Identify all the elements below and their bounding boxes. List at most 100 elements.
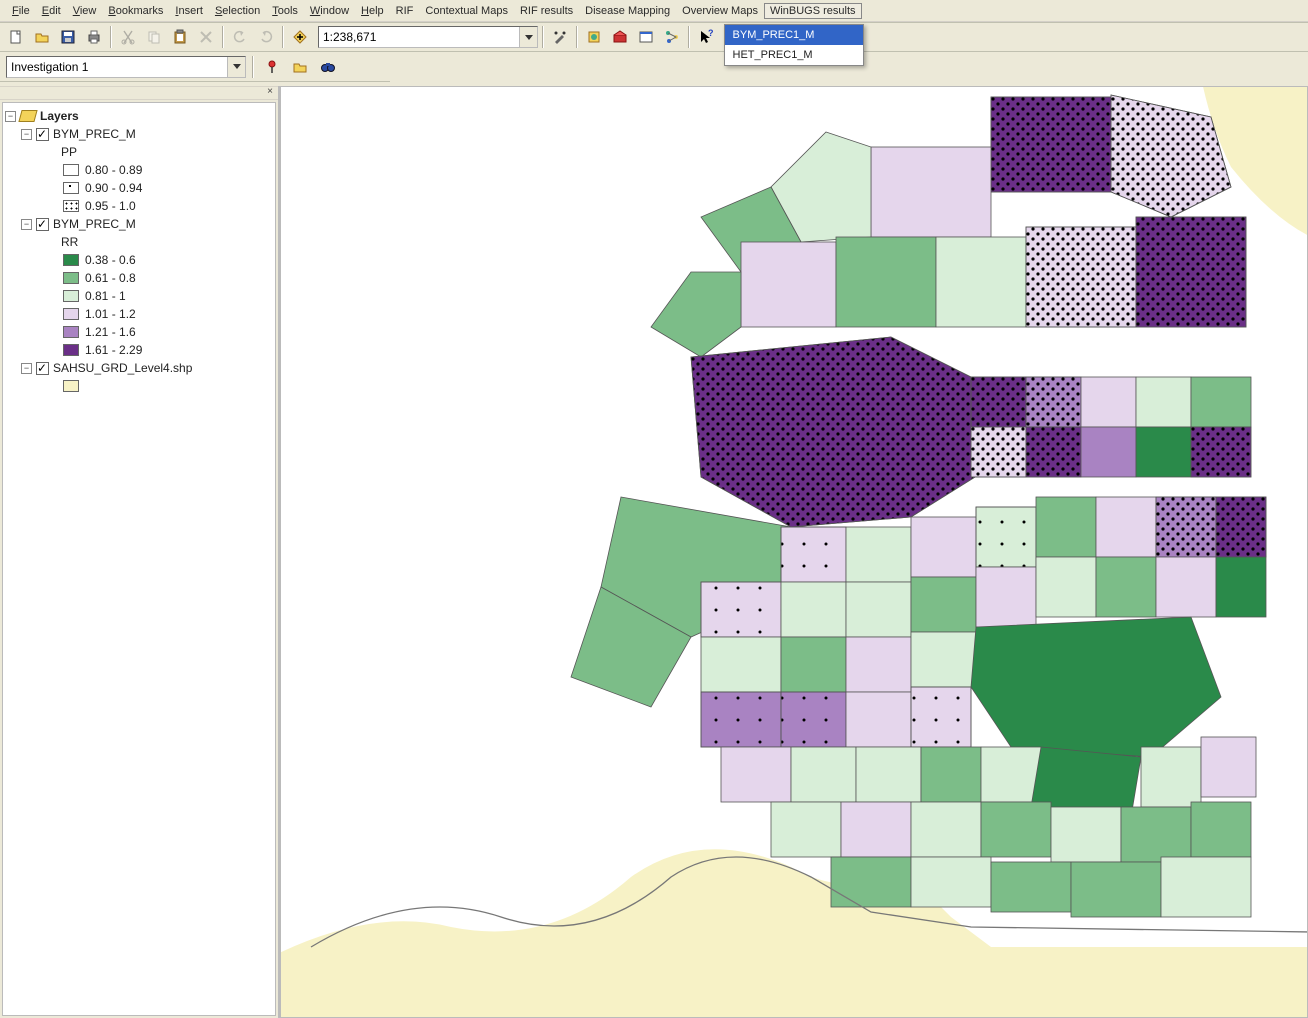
menu-rif-results[interactable]: RIF results: [514, 3, 579, 19]
editor-icon: [552, 29, 568, 45]
toc-panel: × − Layers − BYM_PREC_M PP 0.80 - 0.89 0…: [0, 86, 280, 1018]
delete-button[interactable]: [194, 25, 218, 49]
layer-pp-checkbox[interactable]: [36, 128, 49, 141]
scale-input[interactable]: [319, 28, 519, 46]
layer-pp-name: BYM_PREC_M: [53, 127, 136, 141]
layers-root-label: Layers: [40, 109, 79, 123]
menu-rif[interactable]: RIF: [390, 3, 420, 19]
copy-icon: [146, 29, 162, 45]
menu-contextual-maps[interactable]: Contextual Maps: [419, 3, 514, 19]
new-icon: [8, 29, 24, 45]
menu-insert[interactable]: Insert: [169, 3, 209, 19]
collapse-toggle[interactable]: −: [21, 219, 32, 230]
investigation-combo[interactable]: [6, 56, 246, 78]
legend-item: 0.38 - 0.6: [5, 251, 273, 269]
redo-button[interactable]: [254, 25, 278, 49]
editor-toolbar-button[interactable]: [548, 25, 572, 49]
menu-selection[interactable]: Selection: [209, 3, 266, 19]
toolbar-separator: [542, 26, 544, 48]
investigation-dropdown-arrow[interactable]: [227, 57, 245, 77]
layers-root[interactable]: − Layers: [5, 107, 273, 125]
command-line-button[interactable]: [634, 25, 658, 49]
pin-button[interactable]: [260, 55, 284, 79]
toolbar-separator: [110, 26, 112, 48]
map-canvas[interactable]: [280, 86, 1308, 1018]
legend-item: 1.01 - 1.2: [5, 305, 273, 323]
cut-button[interactable]: [116, 25, 140, 49]
scale-combo[interactable]: [318, 26, 538, 48]
redo-icon: [258, 29, 274, 45]
menu-winbugs-results[interactable]: WinBUGS results BYM_PREC1_M HET_PREC1_M: [764, 3, 862, 19]
save-button[interactable]: [56, 25, 80, 49]
layer-rr-field: RR: [5, 233, 273, 251]
toc-close-button[interactable]: ×: [264, 87, 276, 99]
new-button[interactable]: [4, 25, 28, 49]
dropdown-item-het[interactable]: HET_PREC1_M: [725, 45, 863, 65]
menu-window[interactable]: Window: [304, 3, 355, 19]
menu-overview-maps[interactable]: Overview Maps: [676, 3, 764, 19]
help-pointer-button[interactable]: ?: [694, 25, 718, 49]
delete-icon: [198, 29, 214, 45]
binoculars-icon: [320, 59, 336, 75]
model-builder-button[interactable]: [660, 25, 684, 49]
svg-text:?: ?: [708, 29, 714, 38]
menu-edit[interactable]: Edit: [36, 3, 67, 19]
menu-file[interactable]: File: [6, 3, 36, 19]
arccatalog-button[interactable]: [582, 25, 606, 49]
layer-pp[interactable]: − BYM_PREC_M: [5, 125, 273, 143]
legend-item: 0.81 - 1: [5, 287, 273, 305]
toolbar-separator: [576, 26, 578, 48]
undo-button[interactable]: [228, 25, 252, 49]
scale-dropdown-arrow[interactable]: [519, 27, 537, 47]
layer-base[interactable]: − SAHSU_GRD_Level4.shp: [5, 359, 273, 377]
collapse-toggle[interactable]: −: [21, 363, 32, 374]
investigation-input[interactable]: [7, 58, 227, 76]
save-icon: [60, 29, 76, 45]
collapse-toggle[interactable]: −: [5, 111, 16, 122]
arctoolbox-button[interactable]: [608, 25, 632, 49]
cut-icon: [120, 29, 136, 45]
layer-base-checkbox[interactable]: [36, 362, 49, 375]
open-button[interactable]: [30, 25, 54, 49]
menu-view[interactable]: View: [67, 3, 103, 19]
dropdown-item-bym[interactable]: BYM_PREC1_M: [725, 25, 863, 45]
layer-rr[interactable]: − BYM_PREC_M: [5, 215, 273, 233]
copy-button[interactable]: [142, 25, 166, 49]
layer-rr-checkbox[interactable]: [36, 218, 49, 231]
print-icon: [86, 29, 102, 45]
menu-bookmarks[interactable]: Bookmarks: [102, 3, 169, 19]
paste-button[interactable]: [168, 25, 192, 49]
legend-item: 0.95 - 1.0: [5, 197, 273, 215]
legend-item: 1.61 - 2.29: [5, 341, 273, 359]
toolbar-separator: [282, 26, 284, 48]
toolbar-investigation: [0, 52, 390, 82]
layer-rr-name: BYM_PREC_M: [53, 217, 136, 231]
command-line-icon: [638, 29, 654, 45]
pin-icon: [264, 59, 280, 75]
arctoolbox-icon: [612, 29, 628, 45]
folder-icon: [292, 59, 308, 75]
arccatalog-icon: [586, 29, 602, 45]
layers-icon: [18, 110, 37, 122]
menu-bar: File Edit View Bookmarks Insert Selectio…: [0, 0, 1308, 22]
legend-item: [5, 377, 273, 395]
main-area: × − Layers − BYM_PREC_M PP 0.80 - 0.89 0…: [0, 86, 1308, 1018]
menu-tools[interactable]: Tools: [266, 3, 304, 19]
table-of-contents[interactable]: − Layers − BYM_PREC_M PP 0.80 - 0.89 0.9…: [2, 102, 276, 1016]
toolbar-separator: [222, 26, 224, 48]
binoculars-button[interactable]: [316, 55, 340, 79]
add-data-button[interactable]: [288, 25, 312, 49]
map-svg: [280, 86, 1308, 1018]
paste-icon: [172, 29, 188, 45]
legend-item: 1.21 - 1.6: [5, 323, 273, 341]
print-button[interactable]: [82, 25, 106, 49]
menu-disease-mapping[interactable]: Disease Mapping: [579, 3, 676, 19]
menu-help[interactable]: Help: [355, 3, 390, 19]
layer-base-name: SAHSU_GRD_Level4.shp: [53, 361, 192, 375]
folder-button[interactable]: [288, 55, 312, 79]
toolbar-separator: [688, 26, 690, 48]
toc-header: ×: [0, 86, 278, 100]
collapse-toggle[interactable]: −: [21, 129, 32, 140]
open-icon: [34, 29, 50, 45]
toolbar-separator: [252, 56, 254, 78]
